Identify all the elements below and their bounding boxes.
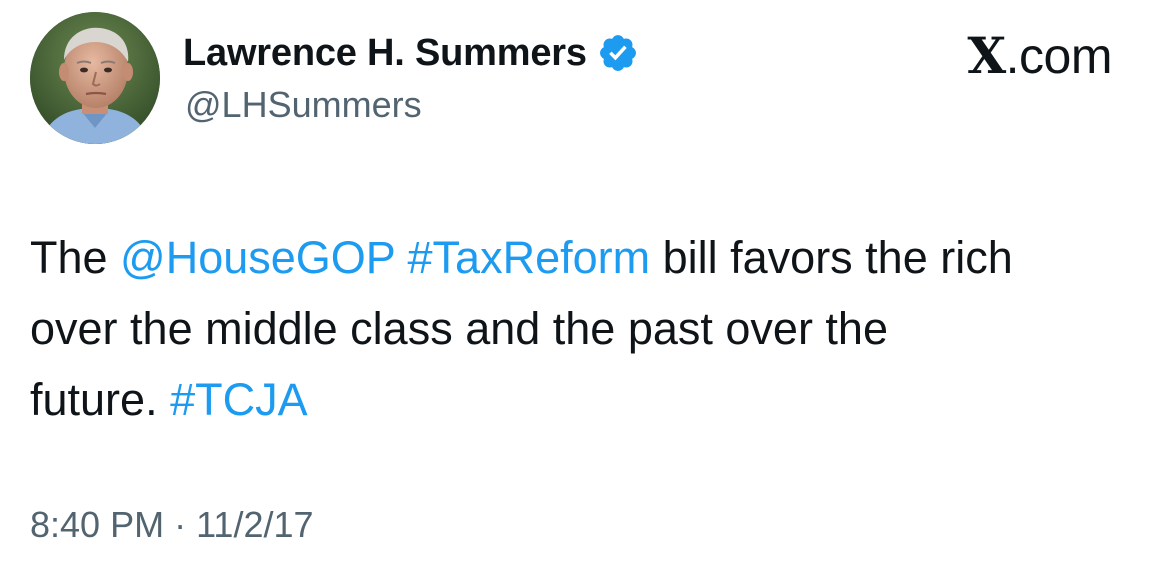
profile-photo-icon: [30, 12, 160, 144]
x-logo-watermark: X.com: [967, 26, 1112, 85]
hashtag-link[interactable]: #TaxReform: [408, 232, 651, 283]
author-avatar[interactable]: [30, 12, 160, 144]
tweet-date: 11/2/17: [196, 504, 314, 545]
tweet-text: The @HouseGOP #TaxReform bill favors the…: [30, 222, 1150, 435]
timestamp-separator: ·: [164, 504, 197, 545]
x-logo-icon: X: [967, 26, 1006, 85]
mention-link[interactable]: @HouseGOP: [120, 232, 395, 283]
author-name-row: Lawrence H. Summers: [183, 30, 639, 76]
tweet-timestamp[interactable]: 8:40 PM · 11/2/17: [30, 504, 314, 546]
tweet-text-segment: [395, 232, 408, 283]
hashtag-link[interactable]: #TCJA: [170, 374, 308, 425]
verified-badge-icon: [597, 32, 639, 74]
tweet-card: Lawrence H. Summers @LHSummers X.com The…: [0, 0, 1170, 583]
tweet-time: 8:40 PM: [30, 504, 165, 545]
author-display-name[interactable]: Lawrence H. Summers: [183, 32, 587, 75]
author-handle[interactable]: @LHSummers: [185, 84, 422, 126]
brand-suffix: .com: [1005, 28, 1113, 84]
tweet-text-segment: The: [30, 232, 121, 283]
